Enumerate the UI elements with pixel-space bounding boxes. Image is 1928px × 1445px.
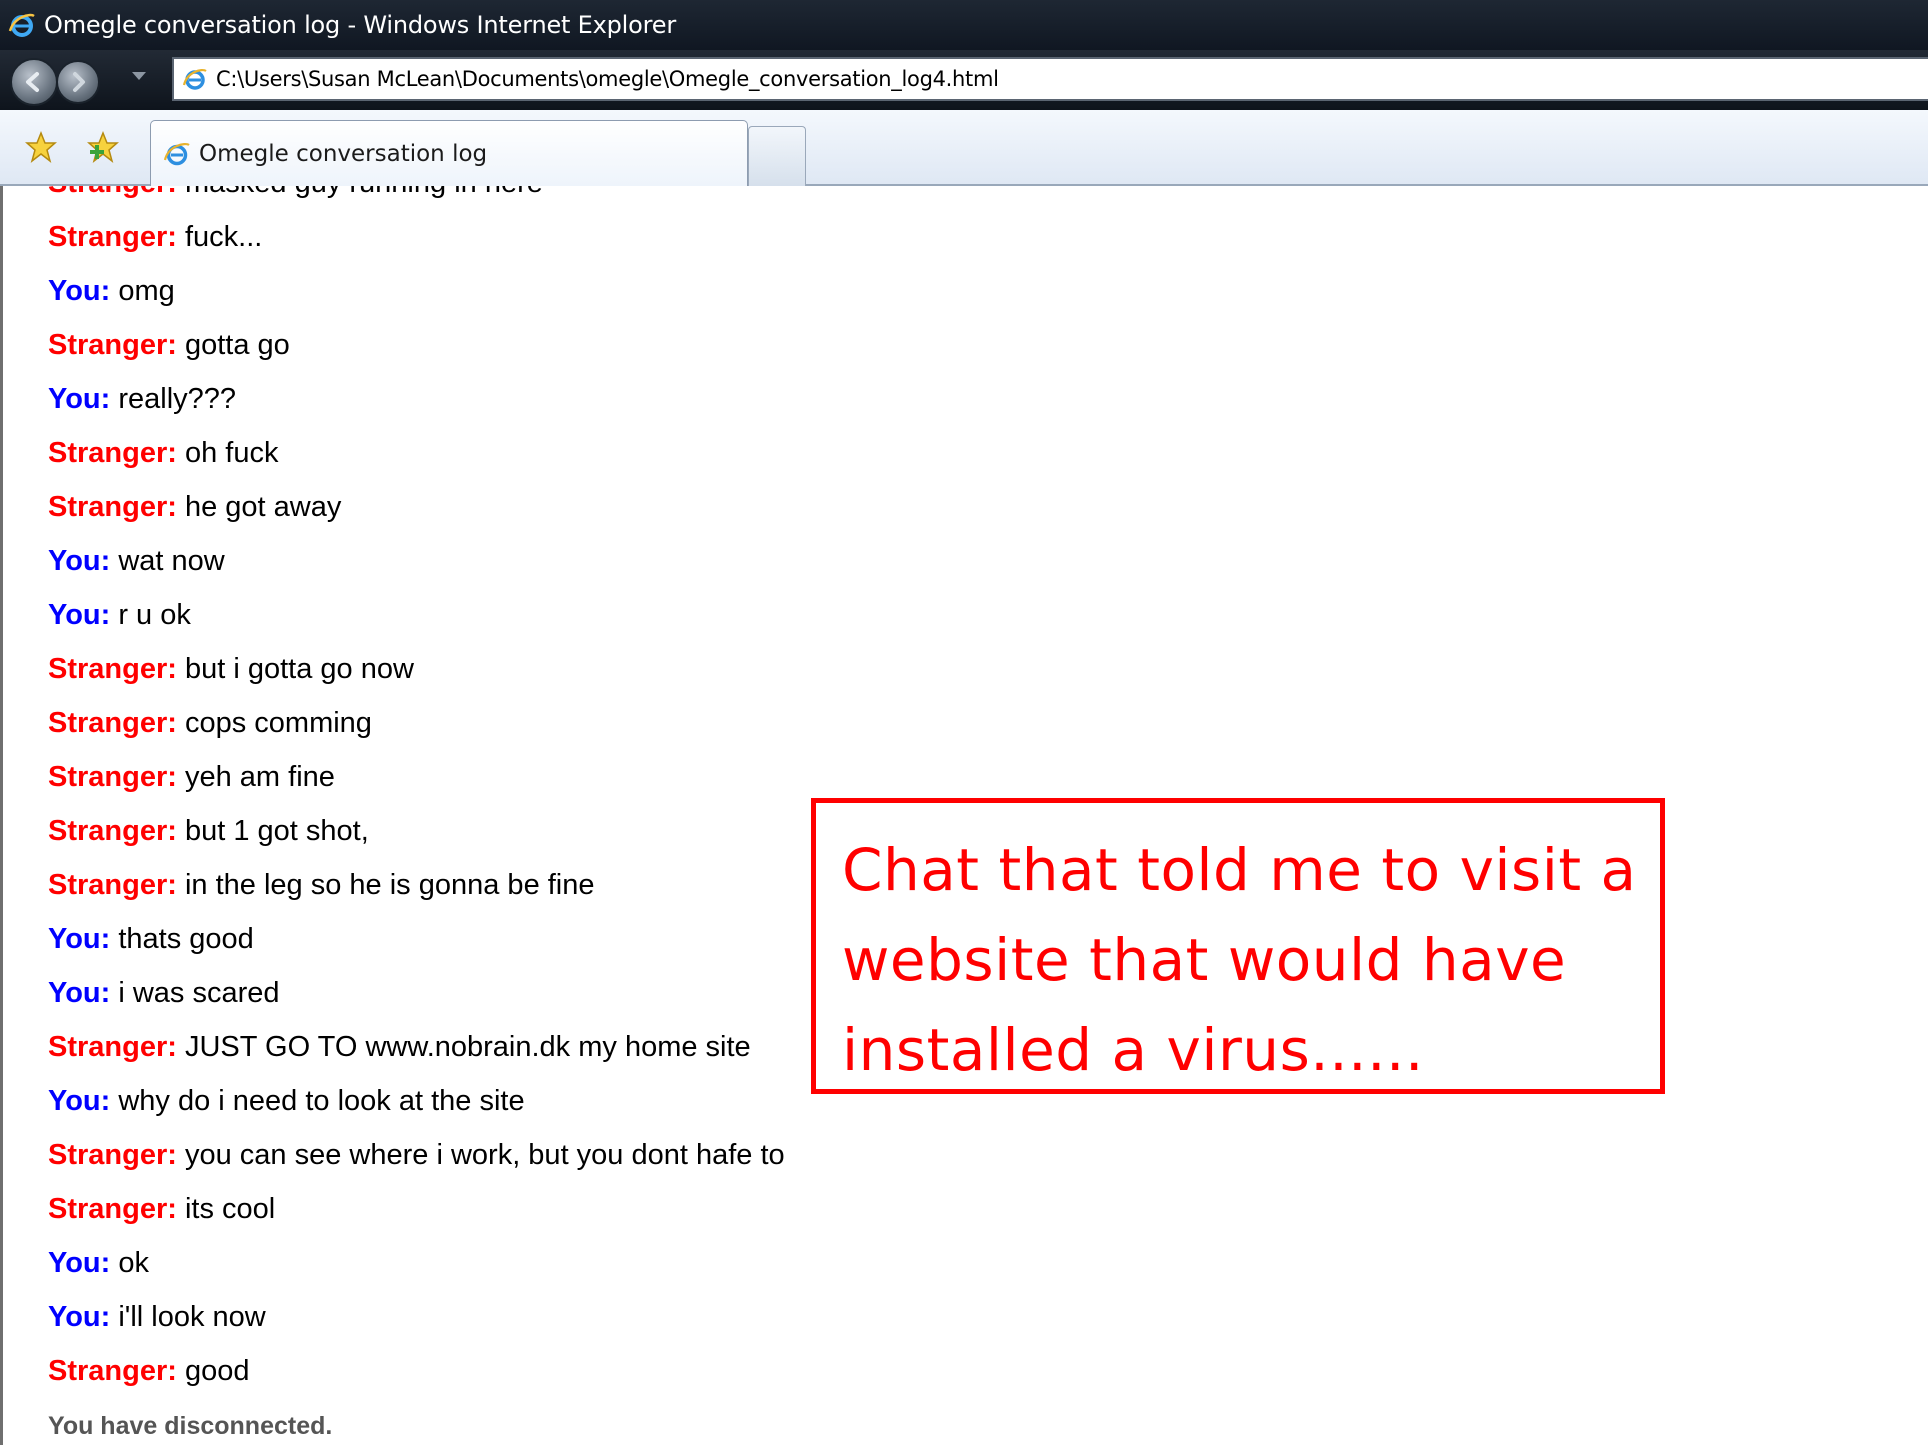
- message-text: but 1 got shot,: [176, 815, 369, 847]
- message-text: ok: [110, 1247, 149, 1279]
- chat-message: Stranger: its cool: [48, 1182, 785, 1236]
- disconnected-status: You have disconnected.: [48, 1412, 333, 1440]
- chat-message: You: ok: [48, 1236, 785, 1290]
- speaker-you-label: You:: [48, 545, 111, 577]
- speaker-you-label: You:: [48, 1085, 111, 1117]
- speaker-stranger-label: Stranger:: [48, 653, 177, 685]
- speaker-stranger-label: Stranger:: [48, 329, 177, 361]
- chat-message: Stranger: fuck...: [48, 210, 785, 264]
- speaker-stranger-label: Stranger:: [48, 815, 177, 847]
- speaker-you-label: You:: [48, 599, 111, 631]
- chat-status-row: You have disconnected.: [48, 1398, 785, 1445]
- message-text: wat now: [110, 545, 225, 577]
- address-bar[interactable]: C:\Users\Susan McLean\Documents\omegle\O…: [172, 57, 1928, 101]
- speaker-stranger-label: Stranger:: [48, 761, 177, 793]
- tab-label: Omegle conversation log: [199, 140, 488, 167]
- speaker-you-label: You:: [48, 1247, 111, 1279]
- chat-message: You: why do i need to look at the site: [48, 1074, 785, 1128]
- chat-message: You: i'll look now: [48, 1290, 785, 1344]
- chat-message: Stranger: yeh am fine: [48, 750, 785, 804]
- message-text: masked guy running in here: [177, 186, 543, 199]
- message-text: in the leg so he is gonna be fine: [176, 869, 595, 901]
- chat-message: Stranger: but 1 got shot,: [48, 804, 785, 858]
- message-text: good: [176, 1355, 250, 1387]
- speaker-stranger-label: Stranger:: [48, 1193, 177, 1225]
- chat-message: Stranger: you can see where i work, but …: [48, 1128, 785, 1182]
- chat-message: Stranger: JUST GO TO www.nobrain.dk my h…: [48, 1020, 785, 1074]
- speaker-you-label: You:: [48, 977, 111, 1009]
- chat-message: You: i was scared: [48, 966, 785, 1020]
- chat-message: Stranger: in the leg so he is gonna be f…: [48, 858, 785, 912]
- message-text: he got away: [176, 491, 342, 523]
- back-button[interactable]: [10, 58, 58, 106]
- browser-window: Omegle conversation log - Windows Intern…: [0, 0, 1928, 1445]
- favorites-star-icon[interactable]: [24, 130, 58, 164]
- chat-message: Stranger: oh fuck: [48, 426, 785, 480]
- message-text: fuck...: [176, 221, 263, 253]
- chat-message: You: thats good: [48, 912, 785, 966]
- speaker-stranger-label: Stranger:: [48, 491, 177, 523]
- annotation-text: Chat that told me to visit a website tha…: [842, 836, 1637, 1084]
- ie-page-icon: [163, 142, 190, 165]
- speaker-you-label: You:: [48, 923, 111, 955]
- chat-message: You: r u ok: [48, 588, 785, 642]
- forward-arrow-icon: [73, 72, 85, 92]
- speaker-stranger-label: Stranger:: [48, 221, 177, 253]
- recent-pages-dropdown[interactable]: [132, 72, 146, 80]
- speaker-stranger-label: Stranger:: [48, 869, 177, 901]
- ie-logo-icon: [8, 13, 35, 37]
- speaker-stranger-label: Stranger:: [48, 1031, 177, 1063]
- back-arrow-icon: [26, 72, 39, 92]
- message-text: JUST GO TO www.nobrain.dk my home site: [176, 1031, 751, 1063]
- address-url[interactable]: C:\Users\Susan McLean\Documents\omegle\O…: [216, 67, 999, 91]
- title-bar: Omegle conversation log - Windows Intern…: [0, 0, 1928, 50]
- chat-message: Stranger: but i gotta go now: [48, 642, 785, 696]
- ie-page-icon: [182, 68, 207, 90]
- message-text: yeh am fine: [176, 761, 335, 793]
- message-text: r u ok: [110, 599, 191, 631]
- message-text: gotta go: [176, 329, 290, 361]
- message-text: omg: [110, 275, 175, 307]
- message-text: cops comming: [176, 707, 372, 739]
- new-tab-button[interactable]: [748, 126, 806, 186]
- speaker-stranger-label: Stranger:: [48, 437, 177, 469]
- forward-button[interactable]: [56, 60, 100, 104]
- annotation-box: Chat that told me to visit a website tha…: [811, 798, 1665, 1094]
- message-text: you can see where i work, but you dont h…: [176, 1139, 785, 1171]
- chat-message: Stranger: masked guy running in here: [48, 186, 785, 210]
- navigation-bar: C:\Users\Susan McLean\Documents\omegle\O…: [0, 50, 1928, 110]
- tab-omegle-conversation-log[interactable]: Omegle conversation log: [150, 120, 748, 186]
- chat-log: Stranger: masked guy running in hereStra…: [48, 186, 785, 1445]
- chat-message: You: omg: [48, 264, 785, 318]
- chat-message: You: really???: [48, 372, 785, 426]
- speaker-you-label: You:: [48, 383, 111, 415]
- message-text: why do i need to look at the site: [110, 1085, 525, 1117]
- message-text: thats good: [110, 923, 254, 955]
- chat-message: You: wat now: [48, 534, 785, 588]
- message-text: but i gotta go now: [176, 653, 414, 685]
- window-title: Omegle conversation log - Windows Intern…: [44, 11, 676, 39]
- message-text: really???: [110, 383, 237, 415]
- page-content: Stranger: masked guy running in hereStra…: [0, 186, 1928, 1445]
- speaker-you-label: You:: [48, 275, 111, 307]
- speaker-stranger-label: Stranger:: [48, 186, 177, 199]
- message-text: oh fuck: [176, 437, 279, 469]
- tab-bar: Omegle conversation log: [0, 110, 1928, 186]
- message-text: its cool: [176, 1193, 276, 1225]
- speaker-stranger-label: Stranger:: [48, 1355, 177, 1387]
- chat-message: Stranger: good: [48, 1344, 785, 1398]
- speaker-stranger-label: Stranger:: [48, 1139, 177, 1171]
- add-favorite-icon[interactable]: [86, 130, 120, 164]
- chat-message: Stranger: gotta go: [48, 318, 785, 372]
- message-text: i'll look now: [110, 1301, 266, 1333]
- chat-message: Stranger: he got away: [48, 480, 785, 534]
- chat-message: Stranger: cops comming: [48, 696, 785, 750]
- speaker-stranger-label: Stranger:: [48, 707, 177, 739]
- speaker-you-label: You:: [48, 1301, 111, 1333]
- message-text: i was scared: [110, 977, 280, 1009]
